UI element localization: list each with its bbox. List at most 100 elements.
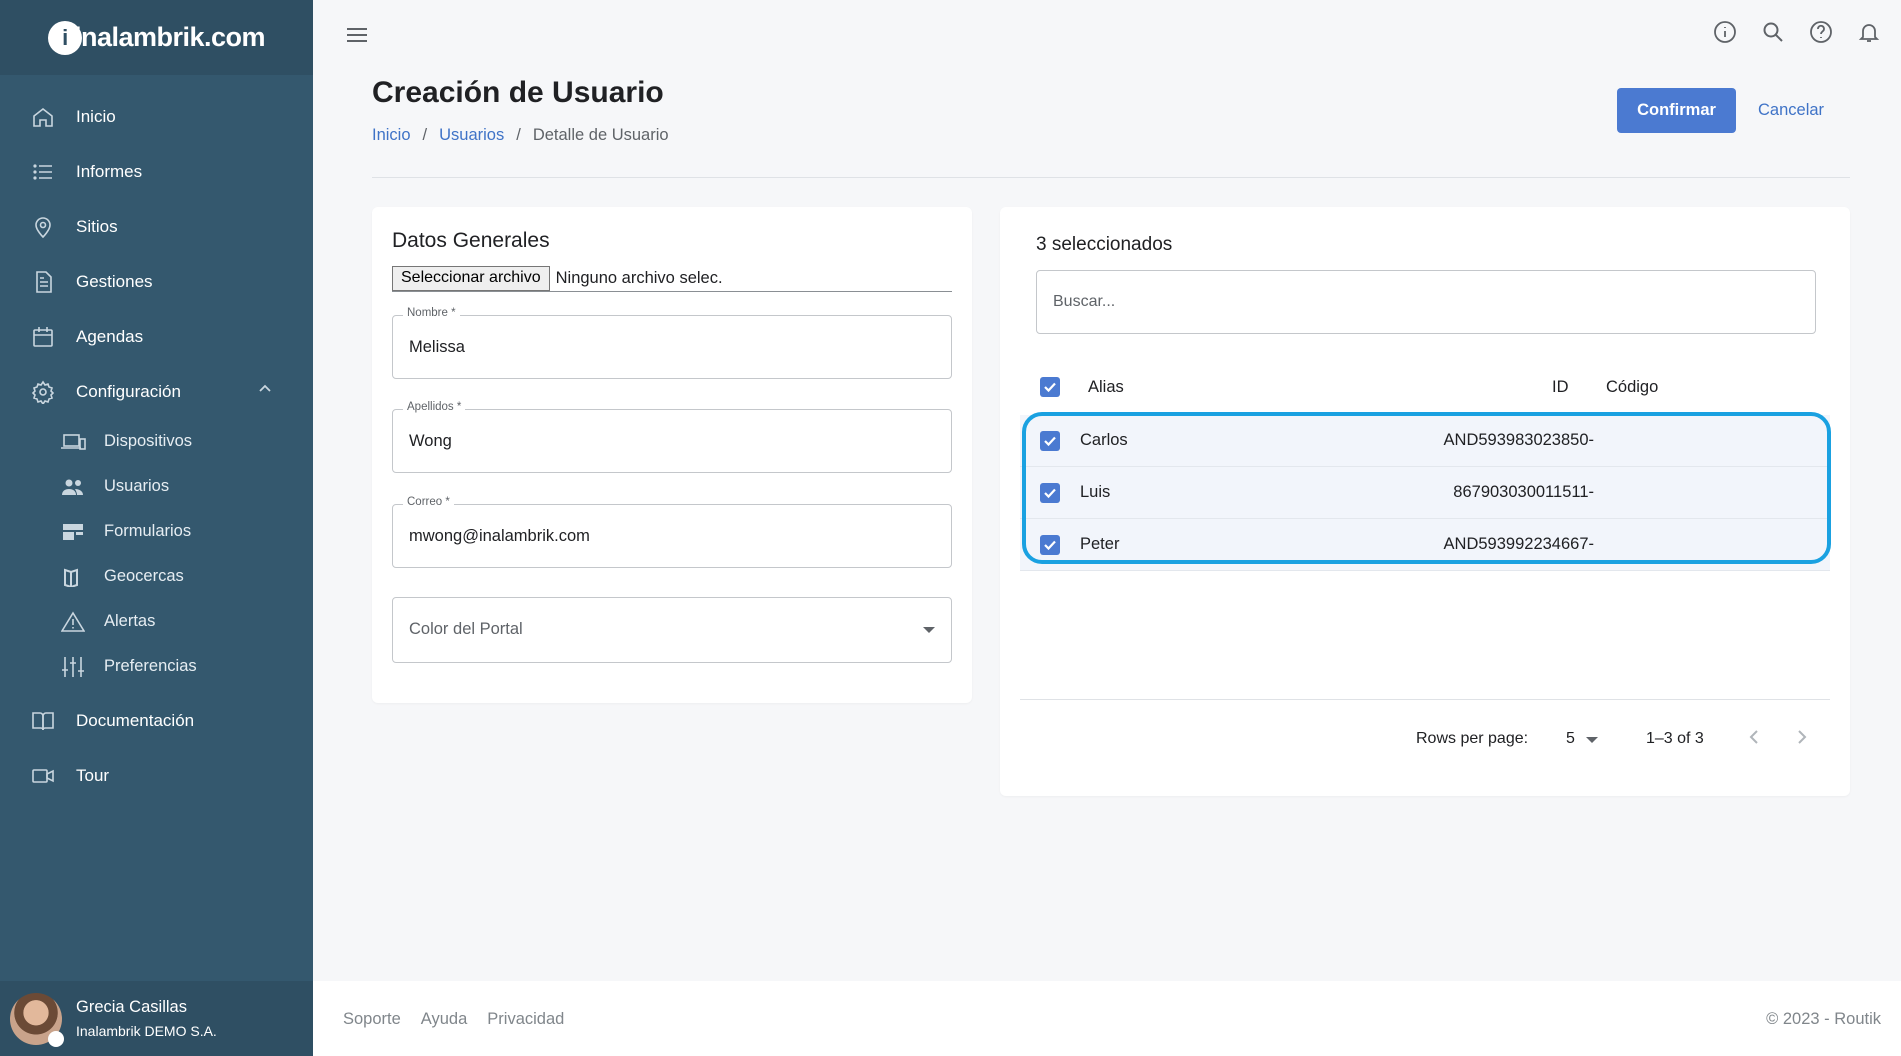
- general-data-card: Datos Generales Seleccionar archivo Ning…: [372, 207, 972, 703]
- info-icon[interactable]: [1713, 20, 1737, 44]
- sidebar: i inalambrik.com Inicio Informes Sitios …: [0, 0, 313, 1056]
- home-icon: [30, 104, 56, 130]
- apellidos-input[interactable]: [409, 410, 929, 472]
- page-range: 1–3 of 3: [1646, 730, 1704, 747]
- sidebar-item-label: Inicio: [76, 106, 116, 126]
- row-checkbox[interactable]: [1040, 535, 1060, 555]
- portal-color-select[interactable]: Color del Portal: [392, 597, 952, 663]
- sidebar-item-tour[interactable]: Tour: [0, 748, 313, 803]
- row-alias: Luis: [1080, 483, 1111, 501]
- user-profile[interactable]: Grecia Casillas Inalambrik DEMO S.A.: [0, 981, 313, 1056]
- sidebar-item-label: Gestiones: [76, 271, 153, 291]
- sidebar-item-inicio[interactable]: Inicio: [0, 89, 313, 144]
- table-row[interactable]: Carlos AND593983023850-: [1020, 415, 1830, 467]
- sidebar-nav: Inicio Informes Sitios Gestiones Agendas…: [0, 75, 313, 803]
- topbar-actions: [1713, 20, 1881, 44]
- sidebar-item-documentacion[interactable]: Documentación: [0, 693, 313, 748]
- chevron-left-icon[interactable]: [1746, 728, 1762, 751]
- search-input[interactable]: [1037, 271, 1815, 333]
- document-icon: [30, 269, 56, 295]
- file-upload: Seleccionar archivo Ninguno archivo sele…: [392, 265, 952, 292]
- breadcrumb: Inicio / Usuarios / Detalle de Usuario: [372, 126, 669, 145]
- topbar: [313, 0, 1901, 70]
- sidebar-item-label: Tour: [76, 765, 110, 785]
- device-search: [1036, 270, 1816, 334]
- table-footer-divider: [1020, 699, 1830, 700]
- sidebar-item-label: Documentación: [76, 710, 195, 730]
- chevron-right-icon[interactable]: [1794, 728, 1810, 751]
- sidebar-subitem-usuarios[interactable]: Usuarios: [0, 464, 313, 509]
- sidebar-subitem-label: Geocercas: [104, 567, 184, 585]
- sidebar-item-label: Sitios: [76, 216, 118, 236]
- column-alias[interactable]: Alias: [1088, 378, 1124, 397]
- breadcrumb-current: Detalle de Usuario: [532, 126, 669, 144]
- table-header: Alias ID Código: [1020, 362, 1830, 412]
- search-icon[interactable]: [1761, 20, 1785, 44]
- book-icon: [30, 708, 56, 734]
- rows-per-page-select[interactable]: 5: [1566, 730, 1575, 748]
- nombre-input[interactable]: [409, 316, 929, 378]
- correo-input[interactable]: [409, 505, 929, 567]
- list-icon: [30, 159, 56, 185]
- sidebar-item-informes[interactable]: Informes: [0, 144, 313, 199]
- select-file-button[interactable]: Seleccionar archivo: [392, 265, 550, 291]
- dropdown-arrow-icon[interactable]: [1586, 737, 1598, 743]
- help-icon[interactable]: [1809, 20, 1833, 44]
- sidebar-subitem-preferencias[interactable]: Preferencias: [0, 644, 313, 689]
- footer-link-privacidad[interactable]: Privacidad: [487, 1010, 564, 1029]
- chevron-up-icon[interactable]: [257, 381, 273, 402]
- sidebar-subitem-label: Usuarios: [104, 477, 170, 495]
- select-all-checkbox[interactable]: [1040, 377, 1060, 397]
- row-checkbox[interactable]: [1040, 483, 1060, 503]
- table-row[interactable]: Peter AND593992234667-: [1020, 519, 1830, 571]
- sidebar-subitem-alertas[interactable]: Alertas: [0, 599, 313, 644]
- sidebar-item-agendas[interactable]: Agendas: [0, 309, 313, 364]
- sidebar-item-label: Agendas: [76, 326, 144, 346]
- sidebar-item-gestiones[interactable]: Gestiones: [0, 254, 313, 309]
- sidebar-item-sitios[interactable]: Sitios: [0, 199, 313, 254]
- column-codigo[interactable]: Código: [1606, 378, 1658, 397]
- row-alias: Peter: [1080, 535, 1120, 553]
- footer-link-ayuda[interactable]: Ayuda: [421, 1010, 468, 1029]
- devices-icon: [60, 430, 86, 454]
- breadcrumb-usuarios[interactable]: Usuarios: [439, 126, 504, 145]
- avatar: [10, 992, 64, 1047]
- table-body: Carlos AND593983023850- Luis 86790303001…: [1020, 415, 1830, 571]
- pagination: Rows per page: 5 1–3 of 3: [1000, 722, 1850, 752]
- sidebar-item-configuracion[interactable]: Configuración: [0, 364, 313, 419]
- sidebar-subitem-dispositivos[interactable]: Dispositivos: [0, 419, 313, 464]
- selected-count: 3 seleccionados: [1036, 234, 1173, 255]
- gear-icon: [30, 379, 56, 405]
- row-id: AND593992234667-: [1443, 535, 1594, 553]
- sidebar-subitem-formularios[interactable]: Formularios: [0, 509, 313, 554]
- sidebar-subitem-geocercas[interactable]: Geocercas: [0, 554, 313, 599]
- bell-icon[interactable]: [1857, 20, 1881, 44]
- footer-link-soporte[interactable]: Soporte: [343, 1010, 401, 1029]
- cancel-button[interactable]: Cancelar: [1758, 88, 1824, 133]
- breadcrumb-separator: /: [516, 126, 521, 144]
- logo-text: inalambrik.com: [73, 22, 266, 52]
- row-checkbox[interactable]: [1040, 431, 1060, 451]
- sidebar-subitem-label: Dispositivos: [104, 432, 193, 450]
- sidebar-subitem-label: Alertas: [104, 612, 156, 630]
- dropdown-arrow-icon: [923, 627, 935, 633]
- breadcrumb-separator: /: [422, 126, 428, 144]
- sidebar-item-label: Informes: [76, 161, 143, 181]
- table-row[interactable]: Luis 867903030011511-: [1020, 467, 1830, 519]
- location-pin-icon: [30, 214, 56, 240]
- logo-bar: i inalambrik.com: [0, 0, 313, 75]
- user-name: Grecia Casillas: [76, 998, 187, 1016]
- logo[interactable]: i inalambrik.com: [47, 20, 266, 55]
- hamburger-menu-icon[interactable]: [345, 25, 369, 50]
- devices-card: 3 seleccionados Alias ID Código Carlos A…: [1000, 207, 1850, 796]
- column-id[interactable]: ID: [1552, 378, 1569, 397]
- confirm-button[interactable]: Confirmar: [1617, 88, 1736, 133]
- warning-icon: [60, 610, 86, 634]
- user-org: Inalambrik DEMO S.A.: [76, 1023, 217, 1039]
- row-id: 867903030011511-: [1453, 483, 1594, 501]
- breadcrumb-inicio[interactable]: Inicio: [372, 126, 411, 145]
- users-icon: [60, 475, 86, 499]
- correo-field: Correo *: [392, 496, 952, 568]
- nombre-field: Nombre *: [392, 307, 952, 379]
- footer-links: Soporte Ayuda Privacidad: [343, 1010, 564, 1029]
